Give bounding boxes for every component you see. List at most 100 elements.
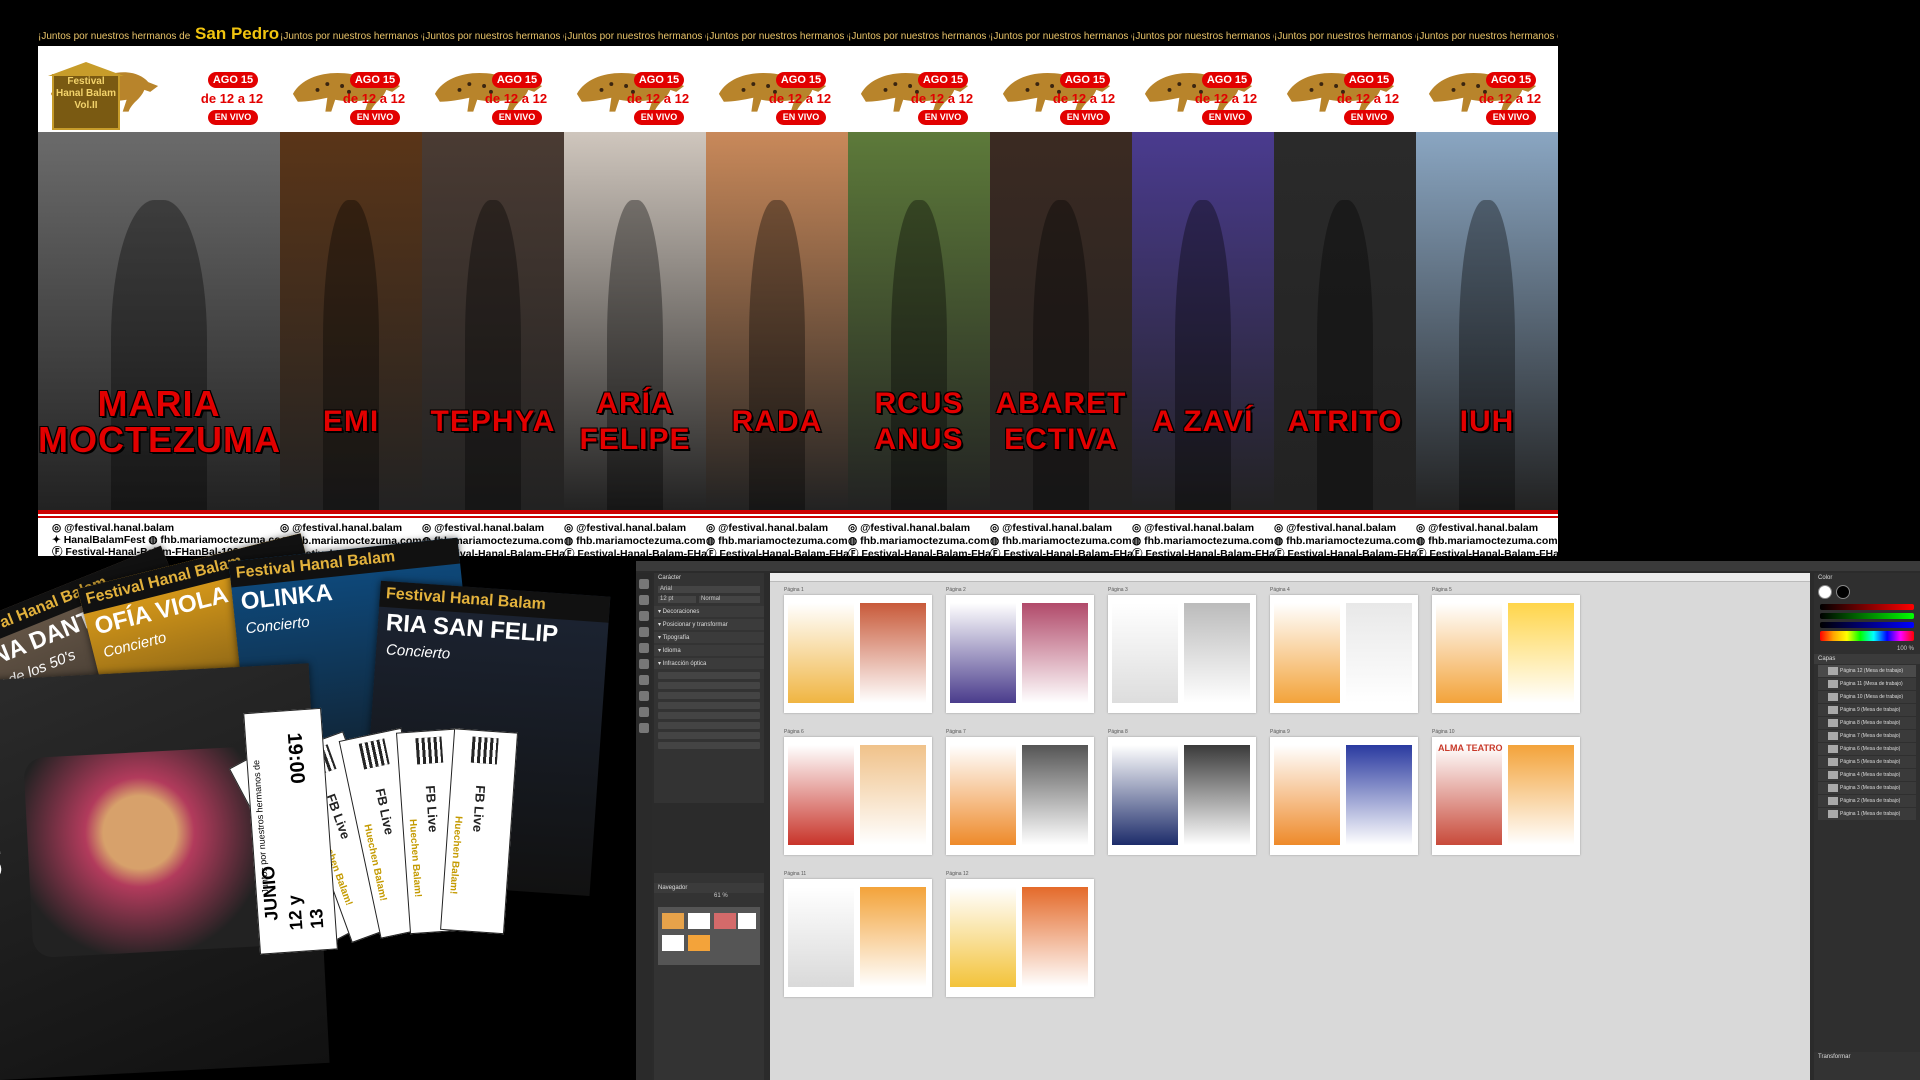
- page-thumbnail[interactable]: [784, 595, 932, 713]
- transform-tab[interactable]: Transformar: [1814, 1052, 1920, 1080]
- layer-row[interactable]: Página 1 (Mesa de trabajo): [1818, 808, 1916, 820]
- artist-photo: [1274, 132, 1416, 510]
- shape-tool-icon[interactable]: [639, 659, 649, 669]
- live-badge: EN VIVO: [1344, 110, 1394, 125]
- ticket-slogan: ¡Juntos por nuestros hermanos de: [251, 759, 271, 898]
- poster-header: AGO 15 de 12 a 12 EN VIVO: [1132, 46, 1274, 132]
- poster-header: AGO 15 de 12 a 12 EN VIVO: [848, 46, 990, 132]
- page-label: Página 5: [1432, 587, 1452, 593]
- opacity-value[interactable]: 100 %: [1814, 644, 1920, 654]
- live-badge: EN VIVO: [634, 110, 684, 125]
- fill-color-icon[interactable]: [1818, 585, 1832, 599]
- layer-row[interactable]: Página 9 (Mesa de trabajo): [1818, 704, 1916, 716]
- poster-header: AGO 15 de 12 a 12 EN VIVO: [422, 46, 564, 132]
- move-tool-icon[interactable]: [639, 579, 649, 589]
- page-thumbnail[interactable]: [784, 737, 932, 855]
- align-field[interactable]: [658, 742, 760, 749]
- layer-row[interactable]: Página 2 (Mesa de trabajo): [1818, 795, 1916, 807]
- page-image-right: [1508, 745, 1574, 845]
- page-thumbnail[interactable]: [1270, 595, 1418, 713]
- poster-header: AGO 15 de 12 a 12 EN VIVO: [1274, 46, 1416, 132]
- node-tool-icon[interactable]: [639, 595, 649, 605]
- red-divider-thin: [1274, 516, 1416, 518]
- person-silhouette: [748, 200, 806, 510]
- layers-tab[interactable]: Capas: [1814, 654, 1920, 664]
- poster-banner: ¡Juntos por nuestros hermanos de San Ped…: [1416, 22, 1558, 46]
- layer-row[interactable]: Página 4 (Mesa de trabajo): [1818, 769, 1916, 781]
- navigator-preview[interactable]: [658, 907, 760, 965]
- font-style-select[interactable]: Normal: [699, 596, 760, 603]
- festival-logo: Festival Hanal Balam Vol.II: [48, 62, 124, 130]
- poster-card: ¡Juntos por nuestros hermanos de San Ped…: [280, 22, 422, 556]
- red-divider: [848, 510, 990, 514]
- time-badge: de 12 a 12: [1052, 91, 1116, 106]
- panel-section[interactable]: ▾ Tipografía: [654, 632, 764, 643]
- layer-row[interactable]: Página 3 (Mesa de trabajo): [1818, 782, 1916, 794]
- time-badge: de 12 a 12: [200, 91, 264, 106]
- page-thumbnail[interactable]: [1432, 595, 1580, 713]
- page-thumbnail[interactable]: [946, 595, 1094, 713]
- baseline-field[interactable]: [658, 692, 760, 699]
- panel-section[interactable]: ▾ Posicionar y transformar: [654, 619, 764, 630]
- red-divider-thin: [564, 516, 706, 518]
- tracking-field[interactable]: [658, 682, 760, 689]
- panel-section[interactable]: ▾ Infracción óptica: [654, 658, 764, 669]
- red-divider-thin: [1132, 516, 1274, 518]
- blue-slider[interactable]: [1820, 622, 1914, 628]
- hue-spectrum[interactable]: [1820, 631, 1914, 641]
- page-thumbnail[interactable]: [1108, 737, 1256, 855]
- red-divider-thin: [38, 516, 280, 518]
- green-slider[interactable]: [1820, 613, 1914, 619]
- stroke-color-icon[interactable]: [1836, 585, 1850, 599]
- layer-row[interactable]: Página 5 (Mesa de trabajo): [1818, 756, 1916, 768]
- leading-field[interactable]: [658, 702, 760, 709]
- person-silhouette: [1458, 200, 1516, 510]
- page-thumbnail[interactable]: [946, 737, 1094, 855]
- time-badge: de 12 a 12: [626, 91, 690, 106]
- navigator-title: Navegador: [654, 883, 764, 893]
- text-tool-icon[interactable]: [639, 643, 649, 653]
- page-image-left: [950, 887, 1016, 987]
- page-thumbnail[interactable]: ALMA TEATRO: [1432, 737, 1580, 855]
- crop-tool-icon[interactable]: [639, 675, 649, 685]
- indent-field[interactable]: [658, 722, 760, 729]
- page-image-right: [1022, 603, 1088, 703]
- page-thumbnail[interactable]: [784, 879, 932, 997]
- page-thumbnail[interactable]: [1108, 595, 1256, 713]
- layer-row[interactable]: Página 7 (Mesa de trabajo): [1818, 730, 1916, 742]
- page-image-right: [1022, 887, 1088, 987]
- scale-field[interactable]: [658, 712, 760, 719]
- zoom-value[interactable]: 61 %: [714, 893, 728, 899]
- font-size-field[interactable]: 12 pt: [658, 596, 696, 603]
- red-slider[interactable]: [1820, 604, 1914, 610]
- document-canvas[interactable]: Página 1 Página 2 Página 3 Página 4 Página 5…: [770, 573, 1810, 1080]
- page-thumbnail[interactable]: [946, 879, 1094, 997]
- date-badge: AGO 15: [776, 72, 826, 88]
- layer-thumbnail: [1828, 706, 1838, 714]
- page-thumbnail[interactable]: [1270, 737, 1418, 855]
- layer-row[interactable]: Página 8 (Mesa de trabajo): [1818, 717, 1916, 729]
- layer-row[interactable]: Página 10 (Mesa de trabajo): [1818, 691, 1916, 703]
- layer-name: Página 3 (Mesa de trabajo): [1840, 785, 1901, 791]
- kerning-field[interactable]: [658, 672, 760, 679]
- layer-row[interactable]: Página 11 (Mesa de trabajo): [1818, 678, 1916, 690]
- layer-row[interactable]: Página 6 (Mesa de trabajo): [1818, 743, 1916, 755]
- page-image-left: [1436, 745, 1502, 845]
- live-badge: EN VIVO: [492, 110, 542, 125]
- font-family-select[interactable]: Arial: [658, 586, 760, 593]
- spacing-field[interactable]: [658, 732, 760, 739]
- fill-tool-icon[interactable]: [639, 691, 649, 701]
- poster-footer: ◎ @festival.hanal.balam ◍ fhb.mariamoctez…: [990, 522, 1132, 556]
- brush-tool-icon[interactable]: [639, 627, 649, 637]
- person-silhouette: [606, 200, 664, 510]
- hand-tool-icon[interactable]: [639, 723, 649, 733]
- panel-section[interactable]: ▾ Decoraciones: [654, 606, 764, 617]
- zoom-tool-icon[interactable]: [639, 707, 649, 717]
- layer-row[interactable]: Página 12 (Mesa de trabajo): [1818, 665, 1916, 677]
- layer-name: Página 5 (Mesa de trabajo): [1840, 759, 1901, 765]
- panel-section[interactable]: ▾ Idioma: [654, 645, 764, 656]
- person-silhouette: [1316, 200, 1374, 510]
- pen-tool-icon[interactable]: [639, 611, 649, 621]
- color-tab[interactable]: Color: [1814, 573, 1920, 583]
- artist-name: ARÍA FELIPE: [579, 387, 691, 456]
